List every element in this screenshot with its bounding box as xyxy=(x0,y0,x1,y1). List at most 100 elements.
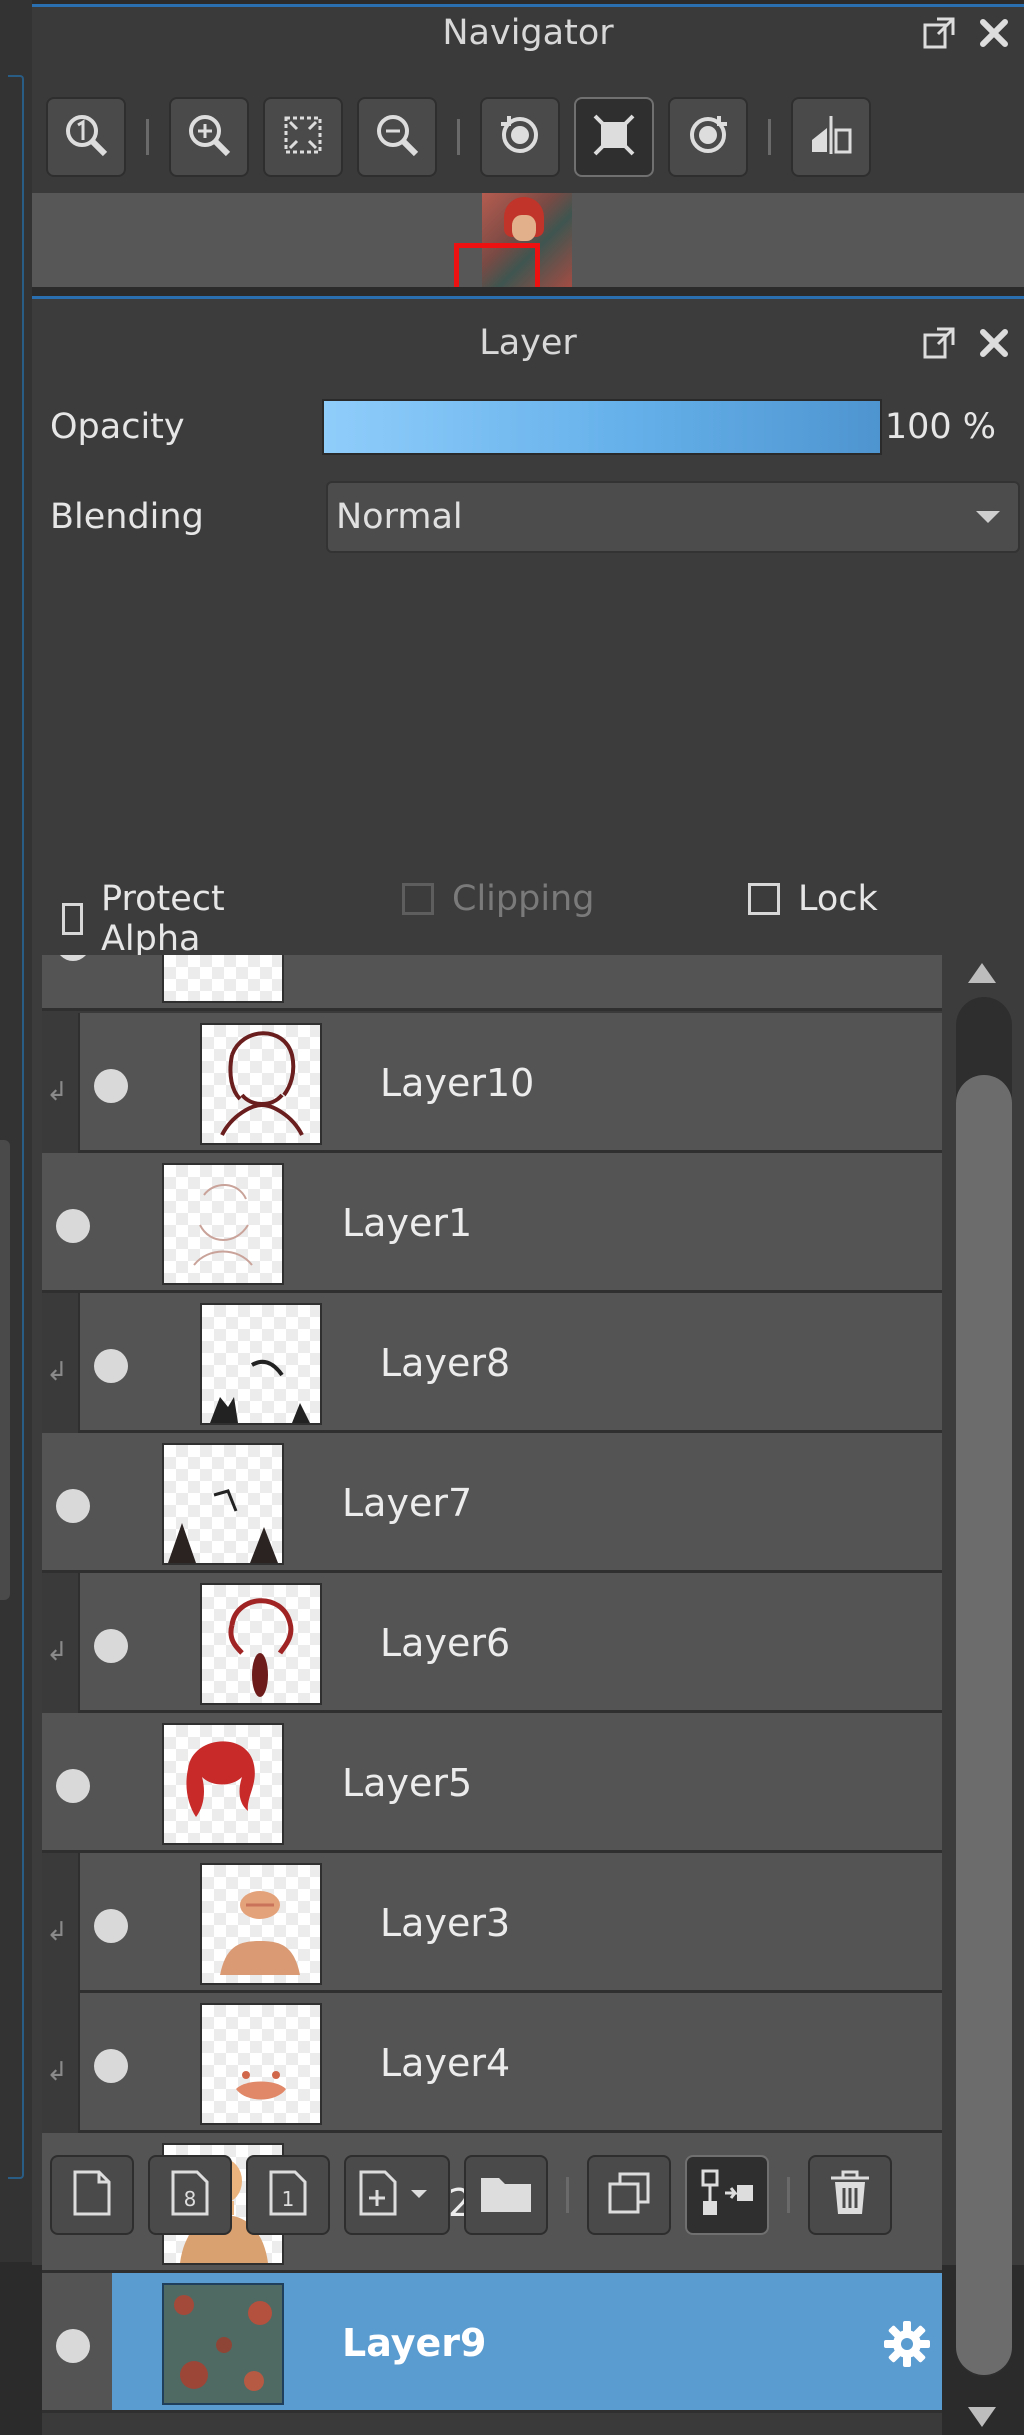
dock-splitter-handle[interactable] xyxy=(0,1140,10,1600)
zoom-out-icon xyxy=(372,110,422,164)
layer-row[interactable]: ↲ Layer6 xyxy=(46,1573,942,1713)
zoom-actual-icon xyxy=(61,110,111,164)
duplicate-layer-button[interactable] xyxy=(587,2155,671,2235)
toolbar-separator xyxy=(146,119,149,155)
delete-layer-icon xyxy=(827,2168,873,2222)
visibility-toggle[interactable] xyxy=(94,1909,128,1943)
protect-alpha-checkbox[interactable]: Protect Alpha xyxy=(62,879,236,959)
visibility-toggle[interactable] xyxy=(94,1349,128,1383)
duplicate-layer-icon xyxy=(604,2168,654,2222)
dock-rail xyxy=(8,75,24,2179)
layer-name: Layer4 xyxy=(380,2041,511,2085)
toolbar-separator xyxy=(457,119,460,155)
merge-down-button[interactable] xyxy=(685,2155,769,2235)
layer-toolbar: 8 1 xyxy=(50,2151,1024,2239)
layer-row-selected[interactable]: Layer9 xyxy=(112,2273,942,2413)
layer-row[interactable]: Layer5 xyxy=(42,1713,942,1853)
layer-thumbnail xyxy=(200,1583,322,1705)
layer-name: Layer9 xyxy=(342,2321,487,2365)
visibility-toggle[interactable] xyxy=(56,1769,90,1803)
visibility-toggle[interactable] xyxy=(56,1489,90,1523)
add-layer-menu-button[interactable] xyxy=(344,2155,450,2235)
zoom-in-button[interactable] xyxy=(169,97,249,177)
layer-row[interactable]: Layer1 xyxy=(42,1153,942,1293)
checkbox-box xyxy=(402,883,434,915)
new-layer-icon xyxy=(69,2168,115,2222)
rotate-right-icon xyxy=(683,110,733,164)
close-icon[interactable] xyxy=(978,327,1010,359)
checkbox-box[interactable] xyxy=(62,903,83,935)
layer-name: Layer6 xyxy=(380,1621,511,1665)
rotate-left-button[interactable] xyxy=(480,97,560,177)
reset-view-icon xyxy=(589,110,639,164)
new-1bit-layer-icon: 1 xyxy=(265,2168,311,2222)
new-folder-button[interactable] xyxy=(464,2155,548,2235)
layer-thumbnail xyxy=(200,1023,322,1145)
visibility-toggle[interactable] xyxy=(56,1209,90,1243)
layer-thumbnail xyxy=(200,2003,322,2125)
reset-view-button[interactable] xyxy=(574,97,654,177)
clip-arrow-icon: ↲ xyxy=(46,1917,68,1947)
layer-row[interactable]: ↲ Layer8 xyxy=(46,1293,942,1433)
layer-name: Layer7 xyxy=(342,1481,473,1525)
layer-thumbnail xyxy=(200,1863,322,1985)
clip-arrow-icon: ↲ xyxy=(46,1077,68,1107)
scroll-down-icon[interactable] xyxy=(968,2407,996,2427)
flip-horizontal-icon xyxy=(806,110,856,164)
layer-name: Layer3 xyxy=(380,1901,511,1945)
rotate-left-icon xyxy=(495,110,545,164)
layer-panel: Layer Opacity 100 % Blending Normal Prot… xyxy=(32,296,1024,2435)
layer-row[interactable]: Layer7 xyxy=(42,1433,942,1573)
viewport-indicator[interactable] xyxy=(454,243,540,287)
fit-window-icon xyxy=(278,110,328,164)
new-8bit-layer-icon: 8 xyxy=(167,2168,213,2222)
svg-text:1: 1 xyxy=(282,2187,295,2211)
layer-row[interactable]: ↲ Layer10 xyxy=(46,1013,942,1153)
lock-checkbox[interactable]: Lock xyxy=(748,879,878,919)
layer-thumbnail xyxy=(162,1163,284,1285)
clip-arrow-icon: ↲ xyxy=(46,2057,68,2087)
blending-label: Blending xyxy=(50,497,204,537)
zoom-out-button[interactable] xyxy=(357,97,437,177)
close-icon[interactable] xyxy=(978,17,1010,49)
layer-panel-title: Layer xyxy=(479,323,577,363)
layer-thumbnail xyxy=(200,1303,322,1425)
visibility-toggle[interactable] xyxy=(56,2329,90,2363)
delete-layer-button[interactable] xyxy=(808,2155,892,2235)
layer-thumbnail xyxy=(162,1723,284,1845)
float-panel-icon[interactable] xyxy=(922,326,956,360)
layer-thumbnail xyxy=(162,2283,284,2405)
scroll-up-icon[interactable] xyxy=(968,963,996,983)
selected-row-gutter[interactable] xyxy=(42,2273,112,2413)
flip-horizontal-button[interactable] xyxy=(791,97,871,177)
float-panel-icon[interactable] xyxy=(922,16,956,50)
rotate-right-button[interactable] xyxy=(668,97,748,177)
layer-row[interactable] xyxy=(42,955,942,1011)
blending-value: Normal xyxy=(336,497,463,537)
blending-dropdown[interactable]: Normal xyxy=(326,481,1020,553)
layer-name: Layer5 xyxy=(342,1761,473,1805)
new-1bit-layer-button[interactable]: 1 xyxy=(246,2155,330,2235)
new-8bit-layer-button[interactable]: 8 xyxy=(148,2155,232,2235)
new-layer-button[interactable] xyxy=(50,2155,134,2235)
checkbox-box[interactable] xyxy=(748,883,780,915)
layer-row[interactable]: ↲ Layer4 xyxy=(46,1993,942,2133)
visibility-toggle[interactable] xyxy=(94,1629,128,1663)
navigator-preview[interactable] xyxy=(32,193,1024,287)
zoom-actual-button[interactable] xyxy=(46,97,126,177)
visibility-toggle[interactable] xyxy=(94,2049,128,2083)
layer-name: Layer1 xyxy=(342,1201,473,1245)
opacity-label: Opacity xyxy=(50,407,185,447)
layer-name: Layer8 xyxy=(380,1341,511,1385)
zoom-in-icon xyxy=(184,110,234,164)
navigator-panel: Navigator xyxy=(32,4,1024,287)
layer-row[interactable]: ↲ Layer3 xyxy=(46,1853,942,1993)
clipping-label: Clipping xyxy=(452,879,595,919)
fit-window-button[interactable] xyxy=(263,97,343,177)
visibility-toggle[interactable] xyxy=(56,955,90,961)
visibility-toggle[interactable] xyxy=(94,1069,128,1103)
gear-icon[interactable] xyxy=(882,2319,932,2373)
opacity-slider[interactable] xyxy=(322,399,882,455)
left-dock-edge xyxy=(0,0,32,2262)
clip-arrow-icon: ↲ xyxy=(46,1637,68,1667)
